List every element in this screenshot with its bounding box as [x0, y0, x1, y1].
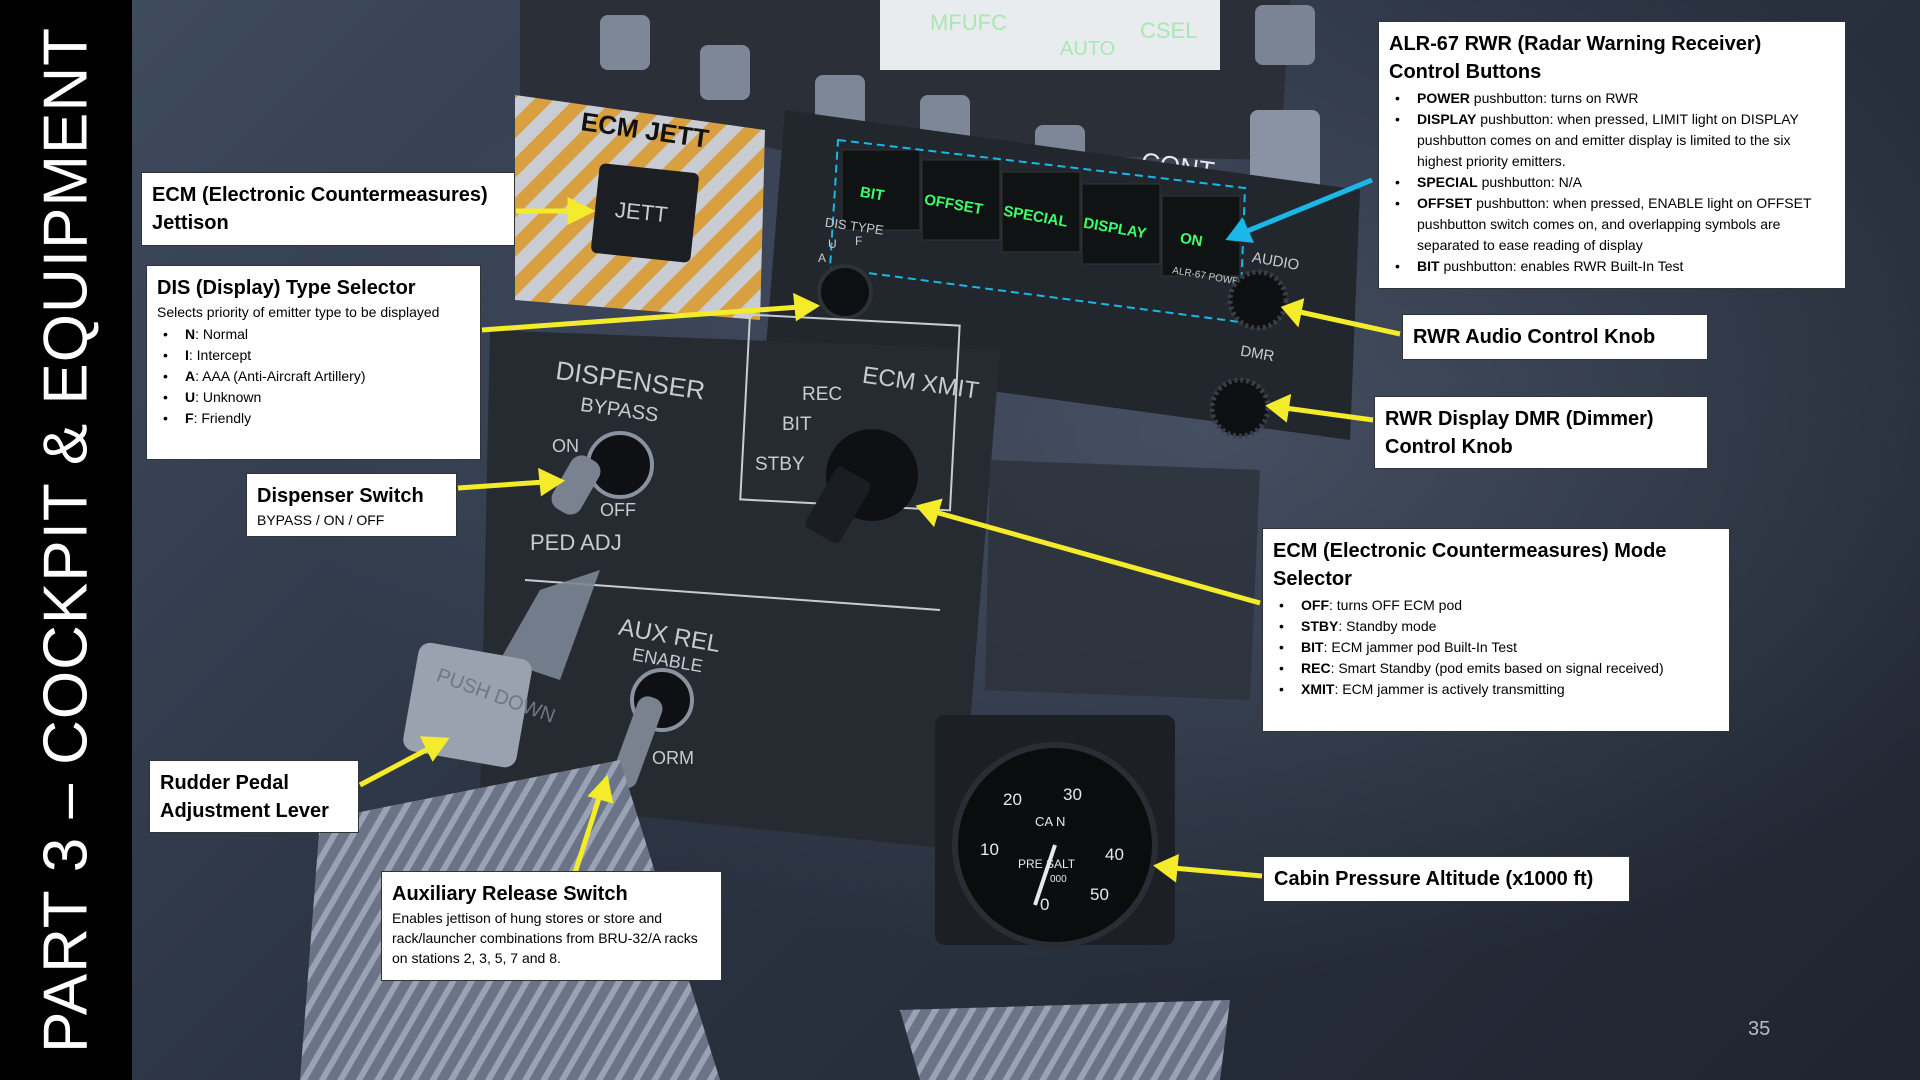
callout-dispenser-switch: Dispenser Switch BYPASS / ON / OFF [246, 473, 457, 537]
dis-letter-a: A [818, 251, 826, 265]
callout-rwr-dmr: RWR Display DMR (Dimmer) Control Knob [1374, 396, 1708, 469]
list-item: N: Normal [157, 324, 470, 345]
tick-50: 50 [1090, 885, 1109, 904]
callout-title: Dispenser Switch [257, 485, 424, 507]
callout-aux-release: Auxiliary Release Switch Enables jettiso… [381, 871, 722, 981]
callout-desc: BYPASS / ON / OFF [257, 512, 385, 528]
section-title: PART 3 – COCKPIT & EQUIPMENT [31, 27, 101, 1053]
on-label: ON [552, 436, 579, 456]
bit-label: BIT [782, 414, 812, 435]
list-item: OFFSET pushbutton: when pressed, ENABLE … [1389, 193, 1835, 256]
rec-label: REC [802, 384, 842, 405]
tick-30: 30 [1063, 785, 1082, 804]
rwr-audio-knob[interactable] [1227, 269, 1289, 331]
list-item: BIT: ECM jammer pod Built-In Test [1273, 637, 1719, 658]
ecm-jett-panel: ECM JETT JETT [515, 95, 765, 320]
callout-desc: Enables jettison of hung stores or store… [392, 910, 698, 966]
tick-10: 10 [980, 840, 999, 859]
list-item: U: Unknown [157, 387, 470, 408]
list-item: SPECIAL pushbutton: N/A [1389, 172, 1835, 193]
osb-button[interactable] [700, 45, 750, 100]
list-item: REC: Smart Standby (pod emits based on s… [1273, 658, 1719, 679]
display-text-auto: AUTO [1060, 38, 1115, 60]
gauge-upper-label: CA N [1035, 814, 1065, 829]
display-text-csel: CSEL [1140, 18, 1197, 43]
callout-rwr-audio: RWR Audio Control Knob [1402, 314, 1708, 360]
sidebar: PART 3 – COCKPIT & EQUIPMENT [0, 0, 132, 1080]
gauge-000-label: 000 [1050, 874, 1067, 885]
callout-rwr-controls: ALR-67 RWR (Radar Warning Receiver) Cont… [1378, 21, 1846, 289]
callout-ecm-mode: ECM (Electronic Countermeasures) Mode Se… [1262, 528, 1730, 732]
list-item: I: Intercept [157, 345, 470, 366]
off-label: OFF [600, 500, 636, 520]
stby-label: STBY [755, 454, 805, 475]
callout-title: ECM (Electronic Countermeasures) Mode Se… [1273, 540, 1667, 590]
callout-cabin-pressure: Cabin Pressure Altitude (x1000 ft) [1263, 856, 1630, 902]
list-item: BIT pushbutton: enables RWR Built-In Tes… [1389, 256, 1835, 277]
list-item: XMIT: ECM jammer is actively transmittin… [1273, 679, 1719, 700]
rwr-dmr-knob[interactable] [1209, 377, 1271, 439]
tick-20: 20 [1003, 790, 1022, 809]
display-text-mfufc: MFUFC [930, 10, 1007, 35]
page-number: 35 [1748, 1018, 1771, 1040]
list-item: OFF: turns OFF ECM pod [1273, 595, 1719, 616]
callout-ecm-jettison: ECM (Electronic Countermeasures) Jettiso… [141, 172, 515, 246]
callout-rudder-pedal: Rudder Pedal Adjustment Lever [149, 760, 359, 833]
list-item: STBY: Standby mode [1273, 616, 1719, 637]
callout-title: RWR Audio Control Knob [1413, 326, 1656, 348]
bullet-list: N: Normal I: Intercept A: AAA (Anti-Airc… [157, 324, 470, 429]
cabin-pressure-gauge: 20 30 10 40 50 0 CA N PRE SALT 000 [935, 715, 1175, 948]
osb-top-right[interactable] [1255, 5, 1315, 65]
dis-letter-f: F [855, 234, 862, 248]
bullet-list: POWER pushbutton: turns on RWR DISPLAY p… [1389, 88, 1835, 277]
callout-title: RWR Display DMR (Dimmer) Control Knob [1385, 408, 1654, 458]
vent-grille-right [900, 1000, 1230, 1080]
callout-title: ECM (Electronic Countermeasures) Jettiso… [152, 184, 488, 234]
norm-label: ORM [652, 748, 694, 768]
callout-title: Rudder Pedal Adjustment Lever [160, 772, 329, 822]
callout-desc: Selects priority of emitter type to be d… [157, 304, 440, 320]
ped-adj-label: PED ADJ [530, 530, 622, 555]
list-item: POWER pushbutton: turns on RWR [1389, 88, 1835, 109]
callout-title: Auxiliary Release Switch [392, 883, 628, 905]
callout-title: DIS (Display) Type Selector [157, 277, 416, 299]
dis-letter-u: U [828, 237, 837, 251]
bullet-list: OFF: turns OFF ECM pod STBY: Standby mod… [1273, 595, 1719, 700]
osb-button[interactable] [600, 15, 650, 70]
callout-title: Cabin Pressure Altitude (x1000 ft) [1274, 868, 1594, 890]
tick-40: 40 [1105, 845, 1124, 864]
callout-title: ALR-67 RWR (Radar Warning Receiver) Cont… [1389, 33, 1762, 83]
list-item: DISPLAY pushbutton: when pressed, LIMIT … [1389, 109, 1835, 172]
list-item: F: Friendly [157, 408, 470, 429]
callout-dis-selector: DIS (Display) Type Selector Selects prio… [146, 265, 481, 460]
list-item: A: AAA (Anti-Aircraft Artillery) [157, 366, 470, 387]
tick-0: 0 [1040, 895, 1049, 914]
dis-type-knob[interactable] [817, 264, 873, 320]
